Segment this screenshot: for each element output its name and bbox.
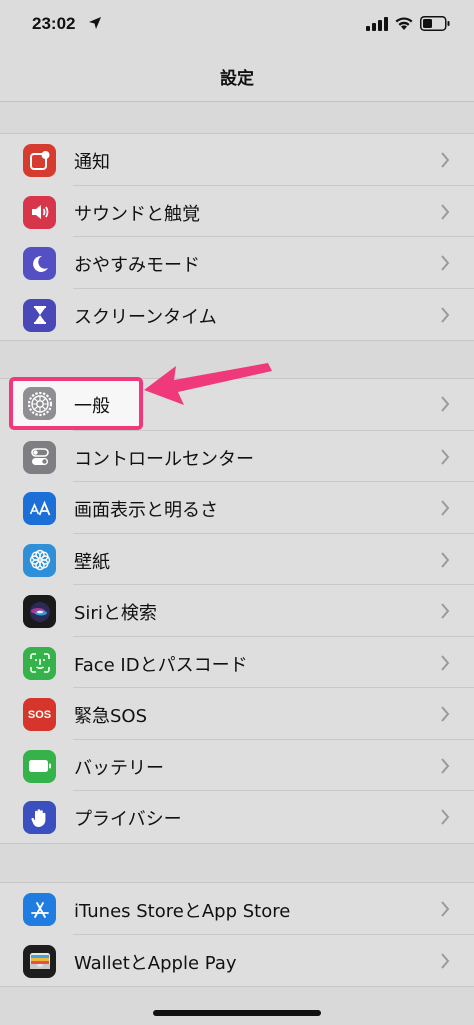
hand-icon [23,801,56,834]
chevron-right-icon [441,603,450,619]
moon-icon [23,247,56,280]
sos-icon: SOS [23,698,56,731]
page-title: 設定 [220,69,254,89]
status-time: 23:02 [32,14,76,33]
chevron-right-icon [441,757,450,774]
settings-row-label: Face IDとパスコード [74,654,248,676]
settings-row-privacy[interactable]: プライバシー [0,791,474,843]
chevron-right-icon [441,901,450,917]
chevron-right-icon [441,152,450,168]
settings-row-label: WalletとApple Pay [74,952,237,974]
app-store-icon [23,893,56,926]
settings-row-label: プライバシー [74,809,182,830]
wallet-icon [23,944,56,978]
settings-row-itunes-app-store[interactable]: iTunes StoreとApp Store [0,883,474,935]
general-highlight-box[interactable]: 一般 [9,377,143,430]
toggles-icon [23,440,56,474]
wifi-icon [395,17,413,30]
settings-row-do-not-disturb[interactable]: おやすみモード [0,237,474,289]
speaker-icon [23,195,56,229]
settings-group-2: コントロールセンター 画面表示と明るさ 壁紙 Siriと検索 Face IDとパ… [0,378,474,844]
settings-row-notifications[interactable]: 通知 [0,134,474,186]
chevron-right-icon [441,809,450,825]
notifications-icon [23,144,56,177]
chevron-right-icon [441,952,450,969]
battery-icon [23,749,56,783]
settings-row-label: Siriと検索 [74,603,157,624]
settings-group-3: iTunes StoreとApp Store WalletとApple Pay [0,882,474,987]
face-id-icon [23,646,56,680]
chevron-right-icon [441,306,450,323]
settings-row-siri-search[interactable]: Siriと検索 [0,585,474,637]
settings-row-label: 通知 [74,152,110,173]
settings-row-emergency-sos[interactable]: SOS 緊急SOS [0,688,474,740]
settings-row-display-brightness[interactable]: 画面表示と明るさ [0,482,474,534]
sos-icon-text: SOS [27,708,52,721]
settings-group-1: 通知 サウンドと触覚 おやすみモード スクリーンタイム [0,133,474,341]
home-indicator[interactable] [153,1010,321,1016]
settings-row-label: iTunes StoreとApp Store [74,901,291,922]
settings-row-label: バッテリー [74,757,164,779]
settings-row-label: 壁紙 [74,551,110,573]
settings-row-sounds[interactable]: サウンドと触覚 [0,186,474,237]
general-label: 一般 [74,396,110,417]
settings-row-wallet-apple-pay[interactable]: WalletとApple Pay [0,935,474,987]
settings-row-screen-time[interactable]: スクリーンタイム [0,289,474,341]
settings-row-battery[interactable]: バッテリー [0,740,474,791]
status-bar: 23:02 [0,0,474,50]
gear-icon [23,387,56,420]
navigation-bar: 設定 [0,50,474,102]
chevron-right-icon [441,551,450,568]
settings-row-face-id-passcode[interactable]: Face IDとパスコード [0,637,474,688]
settings-row-wallpaper[interactable]: 壁紙 [0,534,474,585]
settings-row-label: コントロールセンター [74,448,254,470]
chevron-right-icon [441,448,450,465]
settings-row-label: おやすみモード [74,255,200,276]
chevron-right-icon [441,255,450,271]
hourglass-icon [23,298,56,332]
cellular-signal-icon [366,17,388,31]
chevron-right-icon [441,654,450,671]
chevron-right-icon [441,706,450,722]
chevron-right-icon [441,500,450,516]
location-arrow-icon [89,17,101,29]
annotation-arrow-icon [144,363,272,405]
settings-row-label: サウンドと触覚 [74,203,200,225]
settings-row-label: 画面表示と明るさ [74,500,218,521]
settings-row-control-center[interactable]: コントロールセンター [0,431,474,482]
chevron-right-icon [441,396,450,412]
flower-icon [23,543,56,577]
settings-row-label: スクリーンタイム [74,306,217,328]
settings-row-label: 緊急SOS [74,706,148,727]
siri-icon [23,595,56,628]
chevron-right-icon [441,203,450,220]
battery-status-icon [420,16,450,31]
text-size-icon [23,492,56,525]
